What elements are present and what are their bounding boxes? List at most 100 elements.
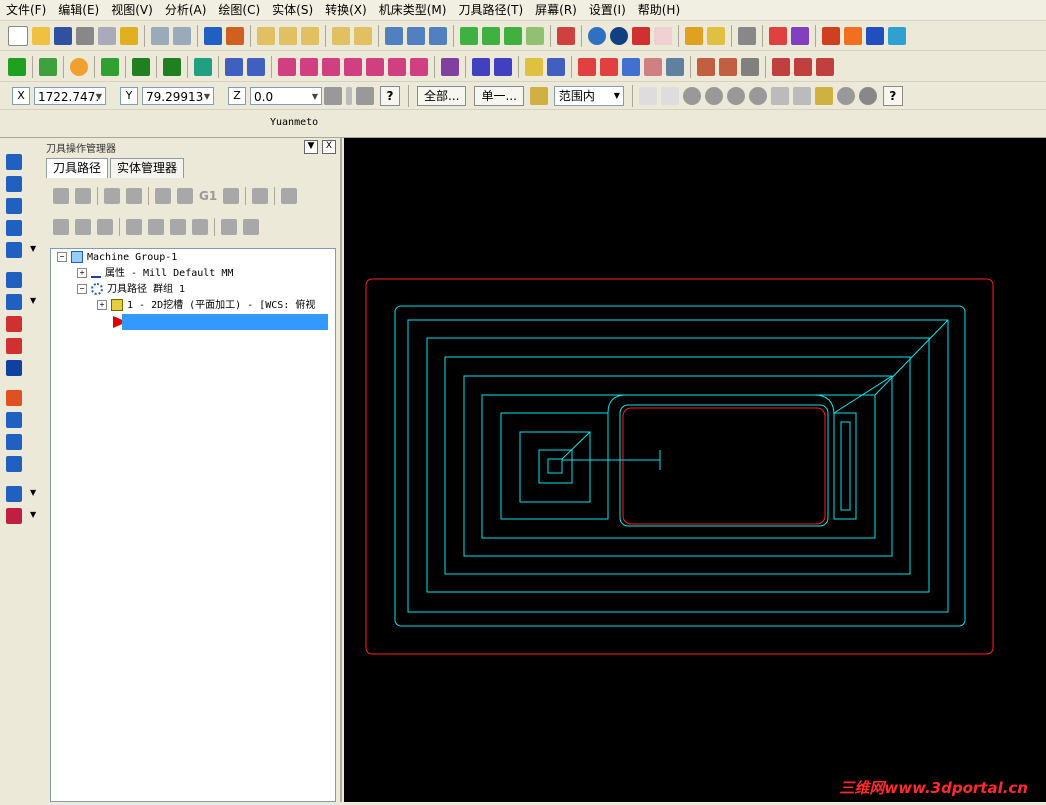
chevron-down-icon[interactable]: ▼ <box>304 140 318 154</box>
boolean-icon[interactable] <box>6 294 22 310</box>
help-icon[interactable] <box>281 188 298 204</box>
backplot-icon[interactable] <box>155 188 171 204</box>
break-icon[interactable] <box>247 57 265 76</box>
graphics-viewport[interactable]: 三维网www.3dportal.cn <box>344 138 1046 802</box>
xform-rotate-icon[interactable] <box>322 57 340 76</box>
open-file-icon[interactable] <box>32 26 50 45</box>
link-icon[interactable] <box>243 219 259 235</box>
repaint-icon[interactable] <box>226 26 244 45</box>
arc-icon[interactable] <box>6 198 22 214</box>
selection-mode-icon[interactable] <box>529 86 548 105</box>
expand-icon[interactable]: + <box>77 268 87 278</box>
extrude-icon[interactable] <box>194 57 212 76</box>
shell-icon[interactable] <box>6 360 22 376</box>
block-icon[interactable] <box>6 272 22 288</box>
sum-icon[interactable] <box>866 26 884 45</box>
post-g1-label[interactable]: G1 <box>199 189 217 203</box>
xform-wrap-icon[interactable] <box>410 57 428 76</box>
chamfer-icon[interactable] <box>163 57 181 76</box>
save-icon[interactable] <box>54 26 72 45</box>
tree-item-toolpath-group[interactable]: − 刀具路径 群组 1 <box>77 283 185 297</box>
collapse-icon[interactable]: − <box>77 284 87 294</box>
surface-edit-icon[interactable] <box>794 57 812 76</box>
scroll-icon[interactable] <box>192 219 208 235</box>
rectangle-icon[interactable] <box>101 57 119 76</box>
xform-offset-icon[interactable] <box>366 57 384 76</box>
verify-select-icon[interactable] <box>814 86 833 105</box>
cube-color-icon[interactable] <box>6 508 22 524</box>
menu-item-10[interactable]: 设置(I) <box>583 0 632 20</box>
hex-icon[interactable] <box>726 86 745 105</box>
toggle-display-icon[interactable] <box>75 219 91 235</box>
fast-point-icon[interactable] <box>324 86 342 105</box>
menu-item-9[interactable]: 屏幕(R) <box>529 0 583 20</box>
tool-library-icon[interactable] <box>719 57 737 76</box>
draft-icon[interactable] <box>6 390 22 406</box>
arrow-down-icon[interactable] <box>6 220 22 236</box>
arrow-up-icon[interactable] <box>6 154 22 170</box>
modify-icon[interactable] <box>707 26 725 45</box>
arrange-icon[interactable] <box>494 57 512 76</box>
surface-trim-icon[interactable] <box>816 57 834 76</box>
chevron-down-icon[interactable]: ▼ <box>30 488 36 497</box>
menu-item-5[interactable]: 实体(S) <box>266 0 319 20</box>
sphere-icon[interactable] <box>610 26 628 45</box>
help-query-icon[interactable] <box>769 26 787 45</box>
chain-line-icon[interactable] <box>638 86 657 105</box>
chevron-down-icon[interactable]: ▼ <box>30 296 36 305</box>
wireframe-icon[interactable] <box>407 26 425 45</box>
levels-icon[interactable] <box>791 26 809 45</box>
trim-icon[interactable] <box>225 57 243 76</box>
eraser-outline-icon[interactable] <box>654 26 672 45</box>
eraser-icon[interactable] <box>632 26 650 45</box>
menu-item-1[interactable]: 编辑(E) <box>52 0 105 20</box>
insert-arrow-icon[interactable] <box>170 219 186 235</box>
regenerate-dirty-icon[interactable] <box>126 188 142 204</box>
shade-icon[interactable] <box>385 26 403 45</box>
point-icon[interactable] <box>8 57 26 76</box>
view-iso-icon[interactable] <box>526 26 544 45</box>
rotate-icon[interactable] <box>6 176 22 192</box>
globe-icon[interactable] <box>588 26 606 45</box>
circle-icon[interactable] <box>70 57 88 76</box>
chamfer-solid-icon[interactable] <box>6 338 22 354</box>
no-select-icon[interactable] <box>836 86 855 105</box>
list-icon[interactable] <box>600 57 618 76</box>
layout-icon[interactable] <box>6 412 22 428</box>
analyze-icon[interactable] <box>738 26 756 45</box>
menu-item-11[interactable]: 帮助(H) <box>632 0 686 20</box>
verify-icon[interactable] <box>177 188 193 204</box>
curve-icon[interactable] <box>622 57 640 76</box>
z-coordinate-input[interactable]: 0.0 ▼ <box>250 86 322 105</box>
y-coordinate-input[interactable]: 79.29913 ▼ <box>142 86 214 105</box>
view-side-icon[interactable] <box>504 26 522 45</box>
pencil-icon[interactable] <box>685 26 703 45</box>
tag-icon[interactable] <box>644 57 662 76</box>
menu-item-2[interactable]: 视图(V) <box>105 0 159 20</box>
tab-toolpaths[interactable]: 刀具路径 <box>46 158 109 178</box>
tree-item-properties[interactable]: + 属性 - Mill Default MM <box>77 267 233 281</box>
cube-grid-icon[interactable] <box>741 57 759 76</box>
operations-tree[interactable]: − Machine Group-1 + 属性 - Mill Default MM −… <box>50 248 336 802</box>
circle-select-icon[interactable] <box>858 86 877 105</box>
hex-icon[interactable] <box>748 86 767 105</box>
autocursor-icon[interactable] <box>356 86 374 105</box>
high-feed-icon[interactable] <box>252 188 269 204</box>
properties-icon[interactable] <box>120 26 138 45</box>
help-button[interactable]: ? <box>882 85 903 106</box>
exclamation-icon[interactable] <box>346 86 352 105</box>
xform-move-icon[interactable] <box>278 57 296 76</box>
view-front-icon[interactable] <box>482 26 500 45</box>
grid-icon[interactable] <box>472 57 490 76</box>
print-icon[interactable] <box>76 26 94 45</box>
solid-select-icon[interactable] <box>770 86 789 105</box>
chevron-down-icon[interactable]: ▼ <box>30 510 36 519</box>
move-down-icon[interactable] <box>126 219 142 235</box>
arrow-up-icon[interactable] <box>525 57 543 76</box>
menu-item-3[interactable]: 分析(A) <box>159 0 213 20</box>
expand-icon[interactable]: + <box>97 300 107 310</box>
hidden-line-icon[interactable] <box>429 26 447 45</box>
box-icon[interactable] <box>666 57 684 76</box>
select-all-ops-icon[interactable] <box>53 188 69 204</box>
xform-array-icon[interactable] <box>388 57 406 76</box>
